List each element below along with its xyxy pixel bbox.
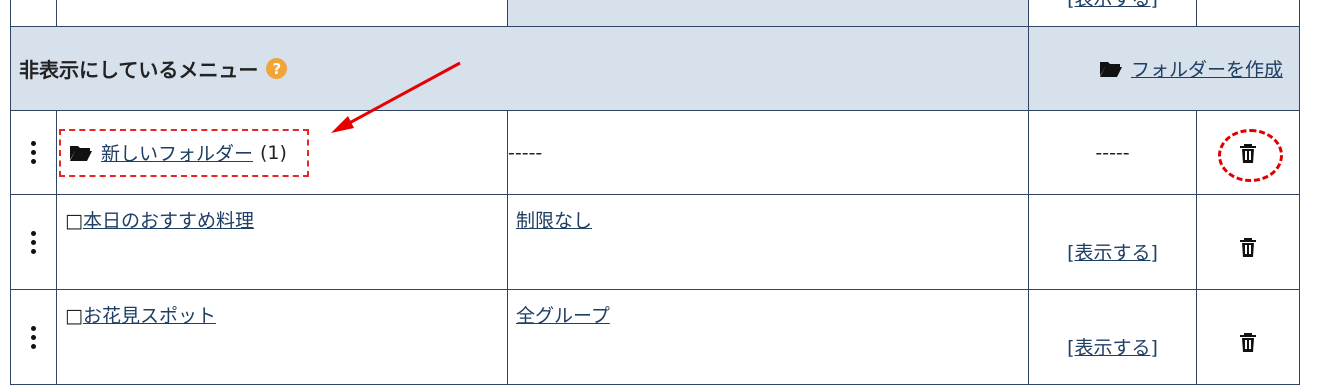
item-name-link[interactable]: お花見スポット [83,305,216,327]
folder-open-icon [1099,62,1122,77]
folder-open-icon [70,146,92,161]
visibility-cell: [表示する] [1028,194,1197,290]
show-item-link[interactable]: [表示する] [1067,333,1158,360]
restriction-cell: ----- [507,110,1029,195]
cell-empty [1196,0,1300,27]
item-checkbox[interactable]: □ [65,210,83,232]
folder-highlight-box: 新しいフォルダー (1) [59,128,309,177]
folder-row: 新しいフォルダー (1) ----- ----- [10,110,1300,195]
visibility-cell: ----- [1028,110,1197,195]
restriction-cell: 全グループ [507,289,1029,385]
trash-icon[interactable] [1238,236,1258,258]
visibility-value: ----- [1095,141,1130,164]
folder-name-link[interactable]: 新しいフォルダー [101,139,253,166]
restriction-value: ----- [508,141,543,164]
partial-show-link[interactable]: [表示する] [1067,0,1158,10]
create-folder-label[interactable]: フォルダーを作成 [1131,55,1283,82]
create-folder-cell: フォルダーを作成 [1028,26,1300,111]
restriction-link[interactable]: 全グループ [516,305,610,327]
item-name-cell: □本日のおすすめ料理 [56,194,508,290]
cell-empty [56,0,508,27]
restriction-link[interactable]: 制限なし [516,210,592,232]
delete-cell [1196,289,1300,385]
red-arrow [331,61,461,133]
item-checkbox[interactable]: □ [65,305,83,327]
previous-table-row: [表示する] [10,0,1300,27]
section-header-row: 非表示にしているメニュー ? フォルダーを作成 [10,26,1300,111]
kebab-menu-icon[interactable] [10,289,57,385]
show-item-link[interactable]: [表示する] [1067,238,1158,265]
delete-button[interactable] [1217,128,1283,182]
help-icon[interactable]: ? [266,58,288,79]
cell-highlighted [507,0,1029,27]
section-title: 非表示にしているメニュー [19,58,259,82]
delete-cell [1196,194,1300,290]
visibility-cell: [表示する] [1028,289,1197,385]
restriction-cell: 制限なし [507,194,1029,290]
item-name-cell: □お花見スポット [56,289,508,385]
item-name-link[interactable]: 本日のおすすめ料理 [83,210,254,232]
create-folder-link[interactable]: フォルダーを作成 [1029,55,1299,82]
cell-empty [10,0,57,27]
kebab-menu-icon[interactable] [10,194,57,290]
folder-count: (1) [260,141,287,164]
trash-icon [1240,143,1256,163]
section-title-cell: 非表示にしているメニュー ? [10,26,1029,111]
kebab-menu-icon[interactable] [10,110,57,195]
menu-item-row: □お花見スポット 全グループ [表示する] [10,289,1300,385]
hidden-menu-table: [表示する] 非表示にしているメニュー ? フォルダーを作成 [10,0,1300,385]
menu-item-row: □本日のおすすめ料理 制限なし [表示する] [10,194,1300,290]
delete-cell [1196,110,1300,195]
cell-partial-link: [表示する] [1028,0,1197,27]
trash-icon[interactable] [1238,331,1258,353]
